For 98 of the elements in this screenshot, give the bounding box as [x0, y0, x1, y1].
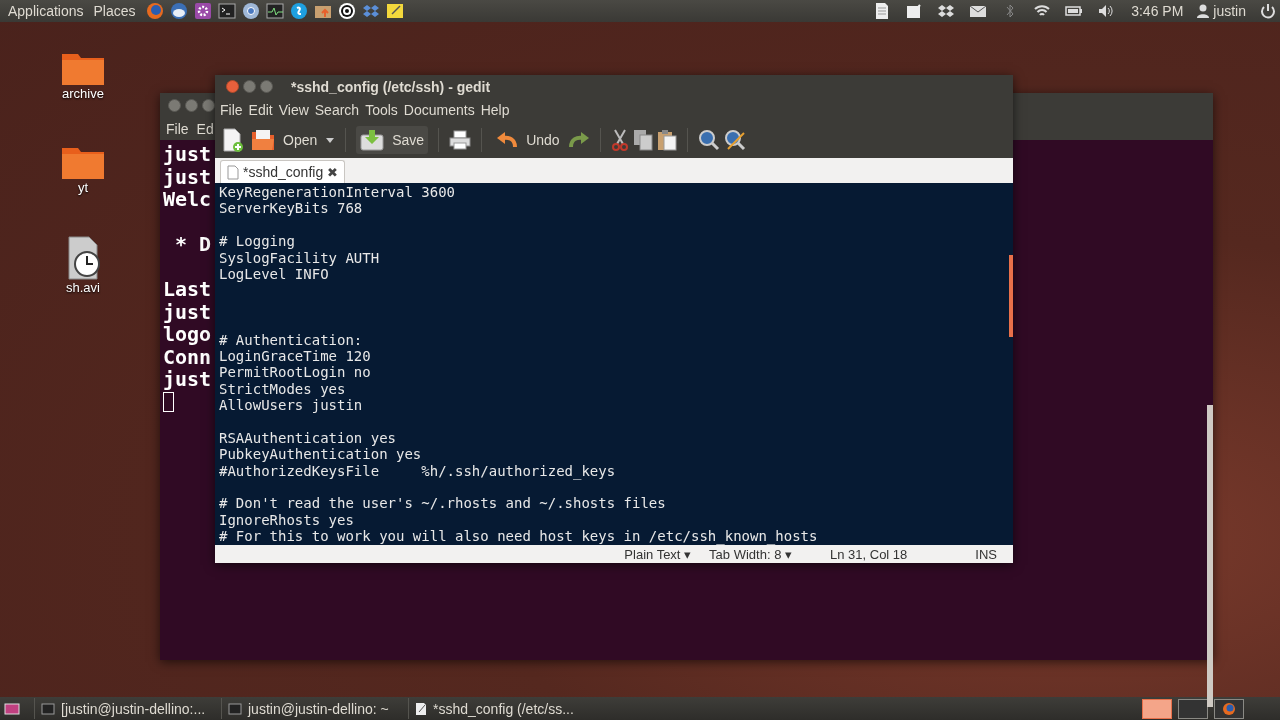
undo-button[interactable]: Undo [492, 128, 564, 152]
document-tab[interactable]: *sshd_config ✖ [220, 160, 346, 183]
chat-icon[interactable] [289, 2, 308, 20]
maximize-button[interactable] [202, 99, 215, 112]
workspace-switcher[interactable] [1178, 698, 1208, 719]
code-line: KeyRegenerationInterval 3600 [219, 184, 456, 201]
user-icon [1197, 4, 1210, 18]
taskbar-button[interactable]: [justin@justin-dellino:... [34, 698, 217, 719]
desktop-icon[interactable] [4, 702, 20, 715]
new-document-icon[interactable] [221, 128, 243, 152]
menu-item[interactable]: File [166, 121, 189, 137]
tab-width-selector[interactable]: Tab Width: 8 ▾ [709, 546, 792, 562]
insert-mode: INS [975, 546, 997, 562]
taskbar-button[interactable]: justin@justin-dellino: ~ [221, 698, 404, 719]
find-replace-icon[interactable] [723, 129, 746, 151]
panel-menu[interactable]: Applications [4, 3, 88, 19]
code-line: # Logging [219, 233, 296, 250]
browser-globe-icon[interactable] [145, 2, 164, 20]
terminal-line: * D [174, 233, 213, 256]
close-button[interactable] [226, 80, 239, 93]
clipboard-icon[interactable] [656, 129, 677, 151]
code-line: LoginGraceTime 120 [219, 347, 372, 365]
maximize-button[interactable] [260, 80, 273, 93]
notepad-icon[interactable] [385, 2, 404, 20]
menu-item[interactable]: Ed [196, 121, 214, 137]
menu-item[interactable]: Tools [362, 102, 401, 118]
language-selector[interactable]: Plain Text ▾ [624, 546, 692, 562]
scissors-icon[interactable] [610, 129, 629, 151]
terminal-line: just [163, 143, 213, 166]
close-tab-button[interactable]: ✖ [327, 164, 339, 180]
document-pencil-icon [415, 701, 427, 716]
workspace-switcher[interactable] [1142, 698, 1172, 719]
code-line: PubkeyAuthentication yes [219, 446, 423, 463]
code-line: StrictModes yes [219, 380, 347, 398]
terminal-line: just [163, 300, 213, 323]
gear-icon[interactable] [193, 2, 212, 20]
desktop-icon-label[interactable]: archive [62, 86, 104, 101]
taskbar-button[interactable]: *sshd_config (/etc/ss... [408, 698, 591, 719]
download-box-icon [360, 129, 385, 151]
code-line: SyslogFacility AUTH [219, 249, 381, 266]
menu-item[interactable]: Search [311, 102, 363, 118]
code-line: # For this to work you will also need host keys in /etc/ssh_known_hosts [219, 528, 818, 545]
scrollbar-thumb[interactable] [1009, 255, 1013, 337]
box-icon[interactable] [937, 2, 956, 20]
code-line: # Don't read the user's ~/.rhosts and ~/.shosts files [219, 495, 667, 512]
minimize-button[interactable] [185, 99, 198, 112]
code-line: AllowUsers justin [219, 397, 364, 414]
close-button[interactable] [168, 99, 181, 112]
terminal-line: just [163, 165, 213, 188]
document-icon [227, 164, 239, 180]
user-name[interactable]: justin [1213, 3, 1246, 19]
caret-icon[interactable] [325, 136, 336, 144]
tab-label[interactable]: *sshd_config [243, 164, 324, 180]
panel-menu[interactable]: Places [89, 3, 140, 19]
box-icon[interactable] [361, 2, 380, 20]
desktop-icon-label[interactable]: yt [77, 180, 89, 195]
monitor-icon[interactable] [265, 2, 284, 20]
code-line: #AuthorizedKeysFile %h/.ssh/authorized_keys [219, 462, 617, 480]
menu-item[interactable]: File [217, 102, 246, 118]
code-line: ServerKeyBits 768 [219, 200, 364, 217]
code-line: # Authentication: [219, 331, 364, 348]
browser-globe-icon [1222, 701, 1236, 716]
terminal-line: Last [163, 278, 213, 301]
copy-icon[interactable] [632, 129, 653, 151]
minimize-button[interactable] [243, 80, 256, 93]
code-line: IgnoreRhosts yes [219, 511, 355, 529]
curved-arrow-left-icon [496, 131, 519, 149]
text-editor[interactable] [215, 183, 1013, 545]
window-title: *sshd_config (/etc/ssh) - gedit [291, 78, 491, 95]
terminal-line: just [163, 368, 213, 391]
mail-bird-icon[interactable] [169, 2, 188, 20]
code-line: PermitRootLogin no [219, 364, 372, 381]
menu-item[interactable]: Edit [245, 102, 276, 118]
curved-arrow-right-icon[interactable] [567, 131, 590, 149]
desktop-icon-label[interactable]: sh.avi [66, 280, 100, 295]
terminal-icon[interactable] [217, 2, 236, 20]
clock[interactable]: 3:46 PM [1131, 3, 1184, 19]
folder-icon [251, 129, 275, 151]
terminal-line: logo [163, 323, 213, 346]
power-icon[interactable] [1260, 3, 1276, 19]
code-line: LogLevel INFO [219, 265, 329, 283]
terminal-icon [228, 702, 242, 715]
code-line: RSAAuthentication yes [219, 429, 397, 447]
text-cursor [163, 391, 174, 412]
save-button[interactable]: Save [356, 126, 429, 154]
workspace-switcher[interactable] [1214, 698, 1244, 719]
globe-icon[interactable] [241, 2, 260, 20]
terminal-icon [41, 702, 55, 715]
cursor-position: Ln 31, Col 18 [830, 546, 908, 562]
menu-item[interactable]: Help [477, 102, 513, 118]
printer-icon[interactable] [449, 130, 472, 150]
open-button[interactable]: Open [247, 126, 322, 154]
menu-item[interactable]: Documents [400, 102, 478, 118]
search-icon[interactable] [697, 129, 720, 151]
scrollbar-thumb[interactable] [1207, 405, 1213, 707]
menu-item[interactable]: View [275, 102, 312, 118]
terminal-line: Welc [163, 188, 213, 211]
terminal-line: Conn [163, 345, 213, 368]
